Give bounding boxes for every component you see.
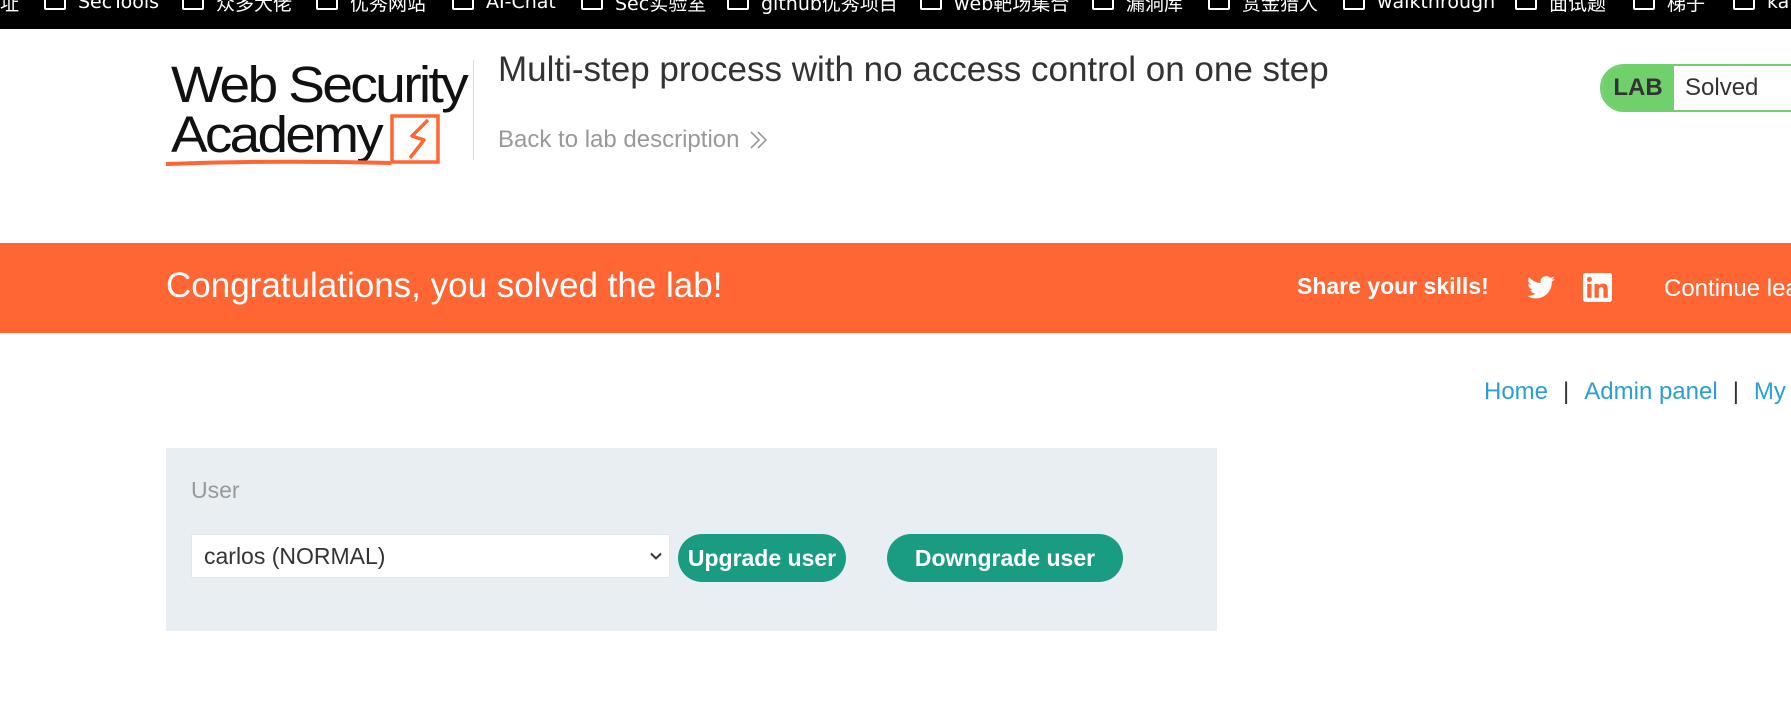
bookmarks-bar: 址 SecTools 众多大佬 优秀网站 AI-Chat Sec实验室 gith… [0,0,1791,29]
bookmark-item[interactable]: 址 [0,0,20,15]
double-chevron-right-icon [750,131,768,149]
folder-icon [581,0,603,10]
back-to-lab-description-link[interactable]: Back to lab description [498,126,769,154]
bookmark-label: AI-Chat [486,0,556,13]
folder-icon [44,0,66,10]
folder-icon [1515,0,1537,10]
nav-separator: | [1732,378,1739,405]
bookmark-item[interactable]: 优秀网站 [316,0,427,15]
folder-icon [1733,0,1755,10]
lab-badge-status: Solved [1685,74,1759,101]
folder-icon [452,0,474,10]
bookmark-item[interactable]: Sec实验室 [581,0,707,15]
user-select-value: carlos (NORMAL) [204,542,386,569]
web-security-academy-logo[interactable]: Web Security Academy [166,60,471,172]
folder-icon [316,0,338,10]
folder-icon [1343,0,1365,10]
bookmark-label: 漏洞库 [1126,0,1184,15]
bookmark-label: 赏金猎人 [1242,0,1319,15]
bookmark-label: 面试题 [1549,0,1607,15]
bookmark-label: web靶场集合 [954,0,1070,15]
bookmark-item[interactable]: 漏洞库 [1092,0,1184,15]
user-role-form: User carlos (NORMAL) Upgrade user Downgr… [166,448,1217,631]
bookmark-label: 众多大佬 [216,0,293,15]
chevron-down-icon [650,552,662,560]
bookmark-label: 梯子 [1667,0,1706,15]
bookmark-item[interactable]: 面试题 [1515,0,1607,15]
linkedin-icon[interactable] [1583,273,1612,302]
bookmark-label: ka [1767,0,1790,13]
bookmark-label: SecTools [78,0,160,13]
folder-icon [1092,0,1114,10]
svg-text:Academy: Academy [171,106,384,163]
user-select[interactable]: carlos (NORMAL) [191,534,670,578]
bookmark-label: 址 [0,0,20,15]
lab-title: Multi-step process with no access contro… [498,50,1329,89]
bookmark-item[interactable]: github优秀项目 [727,0,898,15]
bookmark-item[interactable]: walkthrough [1343,0,1495,13]
bookmark-item[interactable]: AI-Chat [452,0,556,13]
bookmark-label: Sec实验室 [615,0,707,15]
header-divider [473,60,474,160]
lab-status-badge: LAB Solved [1600,64,1791,112]
top-nav: Home | Admin panel | My [1484,378,1786,406]
bookmark-item[interactable]: ka [1733,0,1789,13]
twitter-icon[interactable] [1526,273,1556,303]
congratulations-message: Congratulations, you solved the lab! [166,266,723,305]
nav-home-link[interactable]: Home [1484,378,1548,405]
folder-icon [1208,0,1230,10]
lab-badge-label: LAB [1602,66,1674,110]
bookmark-label: github优秀项目 [761,0,898,15]
folder-icon [1633,0,1655,10]
bookmark-item[interactable]: 梯子 [1633,0,1706,15]
nav-admin-panel-link[interactable]: Admin panel [1584,378,1717,405]
folder-icon [920,0,942,10]
downgrade-user-button[interactable]: Downgrade user [887,534,1123,582]
bookmark-item[interactable]: SecTools [44,0,159,13]
bookmark-item[interactable]: 众多大佬 [182,0,293,15]
bookmark-item[interactable]: web靶场集合 [920,0,1070,15]
folder-icon [182,0,204,10]
bookmark-label: walkthrough [1377,0,1496,13]
upgrade-user-button[interactable]: Upgrade user [678,534,846,582]
nav-my-account-link[interactable]: My [1754,378,1786,405]
back-link-label: Back to lab description [498,126,740,153]
solved-banner: Congratulations, you solved the lab! Sha… [0,243,1791,333]
bookmark-label: 优秀网站 [350,0,427,15]
folder-icon [727,0,749,10]
nav-separator: | [1563,378,1570,405]
user-field-label: User [191,477,240,503]
bookmark-item[interactable]: 赏金猎人 [1208,0,1319,15]
continue-learning-link[interactable]: Continue lea [1664,275,1791,303]
share-skills-label: Share your skills! [1297,273,1489,299]
